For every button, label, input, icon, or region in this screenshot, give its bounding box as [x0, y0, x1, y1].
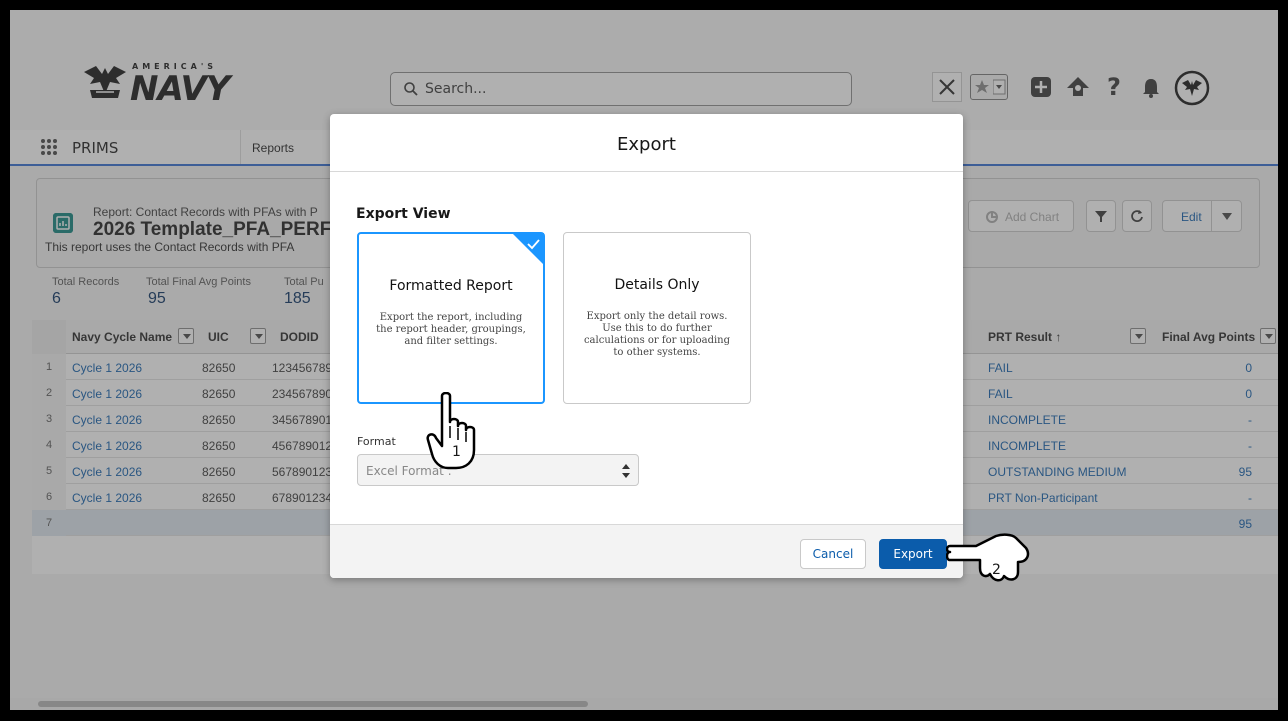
modal-header: Export [330, 114, 963, 172]
callout-number: 1 [452, 444, 461, 460]
checkmark-icon [527, 239, 540, 250]
callout-hand-1: 1 [424, 391, 484, 472]
pointing-hand-icon [426, 391, 476, 470]
pointing-hand-icon [945, 533, 1030, 582]
export-modal: Export Export View Formatted Report Expo… [330, 114, 963, 578]
select-arrows-icon [622, 464, 630, 478]
format-select[interactable]: Excel Format . [357, 454, 639, 486]
option-title: Formatted Report [389, 278, 513, 294]
callout-hand-2: 2 [945, 532, 1032, 588]
export-button[interactable]: Export [879, 539, 947, 569]
app-window: AMERICA'S NAVY Search... ? PRIMS Reports… [10, 10, 1278, 710]
format-label: Format [357, 435, 396, 448]
modal-footer: Cancel Export [330, 524, 963, 578]
option-title: Details Only [614, 277, 700, 293]
details-only-option[interactable]: Details Only Export only the detail rows… [563, 232, 751, 404]
modal-title: Export [617, 134, 676, 155]
export-view-label: Export View [356, 206, 451, 222]
option-description: Export only the detail rows. Use this to… [583, 311, 731, 358]
callout-number: 2 [992, 562, 1001, 578]
formatted-report-option[interactable]: Formatted Report Export the report, incl… [357, 232, 545, 404]
cancel-button[interactable]: Cancel [800, 539, 866, 569]
option-description: Export the report, including the report … [376, 312, 526, 347]
